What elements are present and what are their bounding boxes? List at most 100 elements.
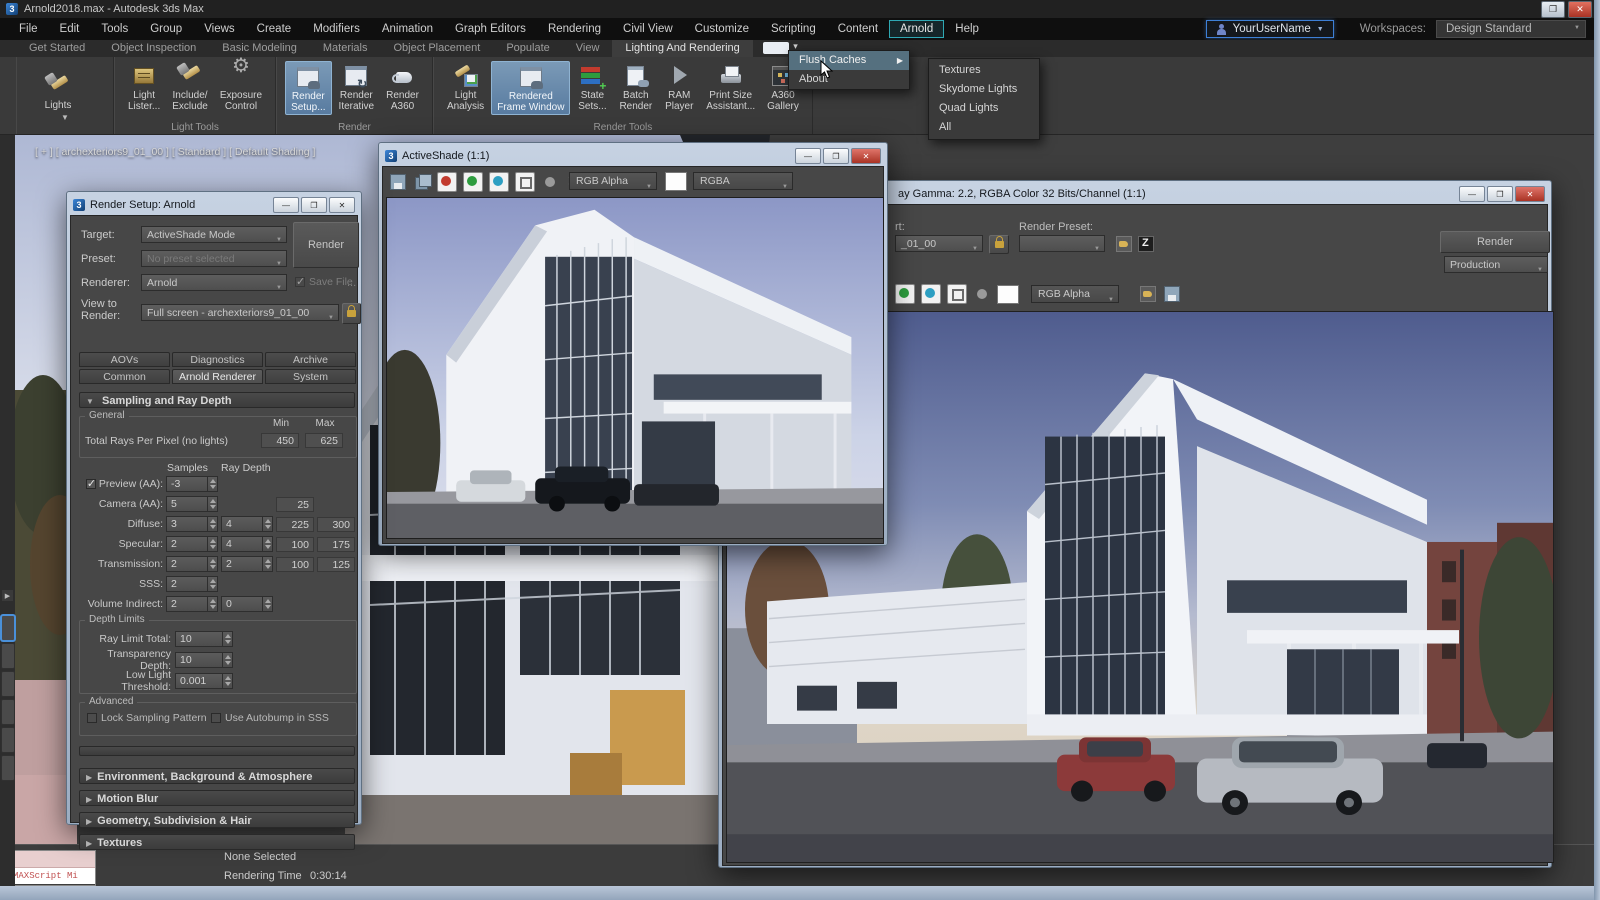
activeshade-channel-dropdown[interactable]: RGB Alpha	[569, 172, 657, 190]
render-setup-minimize-button[interactable]: —	[273, 197, 299, 213]
rfw-maximize-button[interactable]: ❐	[1487, 186, 1513, 202]
spinner-up-icon[interactable]	[208, 477, 217, 484]
background-color-swatch[interactable]	[997, 285, 1019, 304]
ribbon-tab-object-placement[interactable]: Object Placement	[380, 40, 493, 57]
sampling-rollout-header[interactable]: ▼ Sampling and Ray Depth	[79, 392, 355, 408]
rfw-mode-dropdown[interactable]: Production	[1444, 256, 1548, 273]
spinner-up-icon[interactable]	[263, 557, 272, 564]
app-close-button[interactable]: ✕	[1568, 1, 1592, 18]
rollout-environment-background-atmosphere[interactable]: ▶Environment, Background & Atmosphere	[79, 768, 355, 784]
spinner-up-icon[interactable]	[208, 537, 217, 544]
ray-limit-total-spinner[interactable]: 10	[175, 631, 233, 647]
spinner-up-icon[interactable]	[263, 597, 272, 604]
blue-channel-button[interactable]	[921, 284, 941, 304]
menu-rendering[interactable]: Rendering	[537, 20, 612, 38]
spinner-down-icon[interactable]	[208, 564, 217, 571]
render-setup-tab-common[interactable]: Common	[79, 369, 170, 384]
tab-column-expand-icon[interactable]: ▶	[2, 590, 13, 601]
spinner-down-icon[interactable]	[263, 604, 272, 611]
render-iterative-button[interactable]: Render Iterative	[334, 61, 380, 113]
render-setup-titlebar[interactable]: 3 Render Setup: Arnold — ❐ ✕	[70, 195, 358, 215]
render-setup-close-button[interactable]: ✕	[329, 197, 355, 213]
rfw-minimize-button[interactable]: —	[1459, 186, 1485, 202]
save-icon[interactable]	[389, 173, 407, 191]
monochrome-channel-button[interactable]	[541, 173, 559, 191]
activeshade-close-button[interactable]: ✕	[851, 148, 881, 164]
activeshade-minimize-button[interactable]: —	[795, 148, 821, 164]
spinner-up-icon[interactable]	[208, 557, 217, 564]
spinner-down-icon[interactable]	[208, 544, 217, 551]
activeshade-titlebar[interactable]: 3 ActiveShade (1:1) — ❐ ✕	[382, 146, 884, 166]
spinner-up-icon[interactable]	[223, 632, 232, 639]
ribbon-tab-populate[interactable]: Populate	[493, 40, 562, 57]
state-sets-button[interactable]: State Sets...	[572, 61, 612, 113]
spinner-down-icon[interactable]	[263, 544, 272, 551]
arnold-submenu-quad-lights[interactable]: Quad Lights	[929, 99, 1039, 118]
ray-depth-spinner[interactable]: 4	[221, 516, 273, 532]
lock-view-button[interactable]	[342, 303, 361, 324]
spinner-down-icon[interactable]	[223, 639, 232, 646]
activeshade-format-dropdown[interactable]: RGBA	[693, 172, 793, 190]
arnold-menu-flush-caches[interactable]: Flush Caches▶	[789, 51, 909, 70]
spinner-up-icon[interactable]	[223, 653, 232, 660]
ray-depth-spinner[interactable]: 2	[221, 556, 273, 572]
menu-help[interactable]: Help	[944, 20, 990, 38]
print-size-assistant-button[interactable]: Print Size Assistant...	[701, 61, 760, 113]
ribbon-tab-view[interactable]: View	[563, 40, 613, 57]
menu-animation[interactable]: Animation	[371, 20, 444, 38]
spinner-up-icon[interactable]	[223, 674, 232, 681]
monochrome-channel-button[interactable]	[973, 285, 991, 303]
rendered-frame-window-button[interactable]: Rendered Frame Window	[491, 61, 570, 115]
renderer-dropdown[interactable]: Arnold	[141, 274, 287, 291]
ribbon-tab-basic-modeling[interactable]: Basic Modeling	[209, 40, 310, 57]
spinner-down-icon[interactable]	[223, 681, 232, 688]
menu-edit[interactable]: Edit	[49, 20, 91, 38]
spinner-down-icon[interactable]	[208, 604, 217, 611]
spinner-down-icon[interactable]	[263, 564, 272, 571]
viewport-layout-tab[interactable]	[1, 615, 15, 641]
clone-icon[interactable]	[413, 173, 431, 191]
menu-scripting[interactable]: Scripting	[760, 20, 827, 38]
spinner-up-icon[interactable]	[208, 517, 217, 524]
maxscript-mini-listener[interactable]: MAXScript Mi	[10, 850, 96, 886]
render-setup-maximize-button[interactable]: ❐	[301, 197, 327, 213]
viewport-label[interactable]: [ + ] [ archexteriors9_01_00 ] [ Standar…	[35, 146, 315, 158]
spinner-down-icon[interactable]	[208, 504, 217, 511]
arnold-submenu-skydome-lights[interactable]: Skydome Lights	[929, 80, 1039, 99]
ribbon-tab-get-started[interactable]: Get Started	[16, 40, 98, 57]
alpha-channel-button[interactable]	[947, 284, 967, 304]
workspace-dropdown[interactable]: Design Standard	[1436, 20, 1586, 38]
samples-spinner[interactable]: 2	[166, 536, 218, 552]
spinner-down-icon[interactable]	[223, 660, 232, 667]
viewport-layout-tab[interactable]	[1, 699, 15, 725]
render-setup-tab-archive[interactable]: Archive	[265, 352, 356, 367]
menu-arnold[interactable]: Arnold	[889, 20, 944, 38]
menu-modifiers[interactable]: Modifiers	[302, 20, 371, 38]
save-file-browse-button[interactable]: ...	[347, 277, 356, 289]
alpha-channel-button[interactable]	[515, 172, 535, 192]
preset-dropdown[interactable]: No preset selected	[141, 250, 287, 267]
red-channel-button[interactable]	[437, 172, 457, 192]
save-image-icon[interactable]	[1163, 285, 1181, 303]
lights-flyout-icon[interactable]: ▼	[17, 113, 113, 122]
render-setup-tab-system[interactable]: System	[265, 369, 356, 384]
menu-content[interactable]: Content	[827, 20, 889, 38]
save-file-checkbox[interactable]: Save File	[295, 276, 353, 288]
ribbon-tab-materials[interactable]: Materials	[310, 40, 381, 57]
render-setup-tab-diagnostics[interactable]: Diagnostics	[172, 352, 263, 367]
ram-player-button[interactable]: RAM Player	[659, 61, 699, 113]
ray-depth-spinner[interactable]: 0	[221, 596, 273, 612]
arnold-menu-about[interactable]: About	[789, 70, 909, 89]
samples-spinner[interactable]: 2	[166, 576, 218, 592]
arnold-submenu-all[interactable]: All	[929, 118, 1039, 137]
render-a360-button[interactable]: Render A360	[381, 61, 424, 113]
use-autobump-in-sss-checkbox[interactable]: Use Autobump in SSS	[211, 712, 329, 724]
view-to-render-dropdown[interactable]: Full screen - archexteriors9_01_00	[141, 304, 339, 321]
spinner-down-icon[interactable]	[208, 484, 217, 491]
rfw-close-button[interactable]: ✕	[1515, 186, 1545, 202]
lock-sampling-pattern-checkbox[interactable]: Lock Sampling Pattern	[87, 712, 207, 724]
rfw-render-button[interactable]: Render	[1440, 231, 1550, 253]
render-button[interactable]: Render	[293, 222, 359, 268]
menu-views[interactable]: Views	[193, 20, 245, 38]
background-color-swatch[interactable]	[665, 172, 687, 191]
